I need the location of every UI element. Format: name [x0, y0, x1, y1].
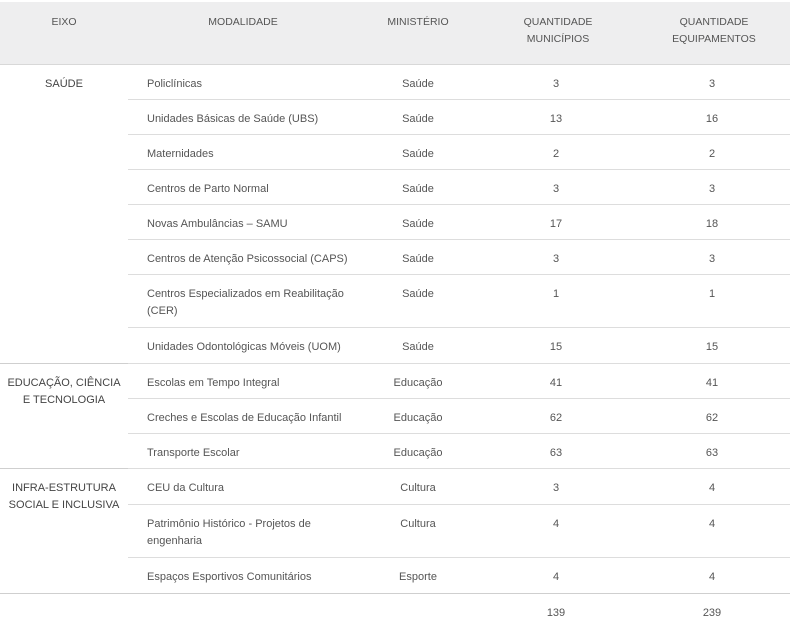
- qtd-equipamentos-cell: 4: [638, 505, 790, 558]
- ministerio-cell: Saúde: [358, 275, 478, 328]
- header-qtd-equipamentos-line1: QUANTIDADE: [680, 16, 749, 28]
- total-municipios: 139: [478, 594, 638, 627]
- modalidade-cell: Transporte Escolar: [128, 434, 358, 469]
- qtd-municipios-cell: 63: [478, 434, 638, 469]
- modalidade-cell: Unidades Odontológicas Móveis (UOM): [128, 328, 358, 364]
- qtd-municipios-cell: 62: [478, 399, 638, 434]
- eixo-cell: EDUCAÇÃO, CIÊNCIA E TECNOLOGIA: [0, 364, 128, 469]
- qtd-municipios-cell: 3: [478, 469, 638, 505]
- table-row: EDUCAÇÃO, CIÊNCIA E TECNOLOGIA Escolas e…: [0, 364, 790, 399]
- qtd-equipamentos-cell: 62: [638, 399, 790, 434]
- ministerio-cell: Cultura: [358, 505, 478, 558]
- modalidade-cell: Espaços Esportivos Comunitários: [128, 558, 358, 594]
- ministerio-cell: Saúde: [358, 328, 478, 364]
- header-qtd-equipamentos: QUANTIDADE EQUIPAMENTOS: [638, 2, 790, 65]
- table-body: SAÚDE Policlínicas Saúde 3 3 Unidades Bá…: [0, 65, 790, 627]
- eixo-cell: SAÚDE: [0, 65, 128, 364]
- modalidade-cell: Centros de Parto Normal: [128, 170, 358, 205]
- ministerio-cell: Saúde: [358, 100, 478, 135]
- totals-empty-ministerio: [358, 594, 478, 627]
- modalidade-cell: Creches e Escolas de Educação Infantil: [128, 399, 358, 434]
- modalidade-cell: Novas Ambulâncias – SAMU: [128, 205, 358, 240]
- qtd-municipios-cell: 3: [478, 240, 638, 275]
- modalidade-cell: Escolas em Tempo Integral: [128, 364, 358, 399]
- qtd-equipamentos-cell: 63: [638, 434, 790, 469]
- qtd-equipamentos-cell: 3: [638, 170, 790, 205]
- totals-empty-modalidade: [128, 594, 358, 627]
- qtd-equipamentos-cell: 3: [638, 65, 790, 100]
- modalidade-cell: Centros de Atenção Psicossocial (CAPS): [128, 240, 358, 275]
- modalidade-cell: Policlínicas: [128, 65, 358, 100]
- header-ministerio: MINISTÉRIO: [358, 2, 478, 65]
- totals-row: 139 239: [0, 594, 790, 627]
- modalidade-cell: Centros Especializados em Reabilitação (…: [128, 275, 358, 328]
- ministerio-cell: Saúde: [358, 240, 478, 275]
- qtd-municipios-cell: 41: [478, 364, 638, 399]
- qtd-equipamentos-cell: 3: [638, 240, 790, 275]
- table-header: EIXO MODALIDADE MINISTÉRIO QUANTIDADE MU…: [0, 0, 790, 65]
- ministerio-cell: Saúde: [358, 170, 478, 205]
- header-qtd-municipios-line2: MUNICÍPIOS: [527, 33, 589, 45]
- ministerio-cell: Saúde: [358, 135, 478, 170]
- table-row: SAÚDE Policlínicas Saúde 3 3: [0, 65, 790, 100]
- qtd-municipios-cell: 4: [478, 558, 638, 594]
- header-eixo: EIXO: [0, 2, 128, 65]
- ministerio-cell: Saúde: [358, 65, 478, 100]
- modalidade-cell: Maternidades: [128, 135, 358, 170]
- qtd-municipios-cell: 4: [478, 505, 638, 558]
- qtd-municipios-cell: 2: [478, 135, 638, 170]
- qtd-equipamentos-cell: 41: [638, 364, 790, 399]
- qtd-municipios-cell: 17: [478, 205, 638, 240]
- ministerio-cell: Educação: [358, 399, 478, 434]
- ministerio-cell: Educação: [358, 434, 478, 469]
- qtd-municipios-cell: 1: [478, 275, 638, 328]
- modalidade-cell: Unidades Básicas de Saúde (UBS): [128, 100, 358, 135]
- modalidade-cell: CEU da Cultura: [128, 469, 358, 505]
- table-row: INFRA-ESTRUTURA SOCIAL E INCLUSIVA CEU d…: [0, 469, 790, 505]
- ministerio-cell: Cultura: [358, 469, 478, 505]
- header-qtd-municipios-line1: QUANTIDADE: [524, 16, 593, 28]
- qtd-equipamentos-cell: 4: [638, 469, 790, 505]
- ministerio-cell: Educação: [358, 364, 478, 399]
- qtd-municipios-cell: 15: [478, 328, 638, 364]
- header-modalidade: MODALIDADE: [128, 2, 358, 65]
- total-equipamentos: 239: [638, 594, 790, 627]
- qtd-equipamentos-cell: 2: [638, 135, 790, 170]
- qtd-equipamentos-cell: 4: [638, 558, 790, 594]
- qtd-municipios-cell: 3: [478, 170, 638, 205]
- ministerio-cell: Esporte: [358, 558, 478, 594]
- qtd-equipamentos-cell: 1: [638, 275, 790, 328]
- qtd-equipamentos-cell: 16: [638, 100, 790, 135]
- eixo-cell: INFRA-ESTRUTURA SOCIAL E INCLUSIVA: [0, 469, 128, 594]
- qtd-equipamentos-cell: 18: [638, 205, 790, 240]
- header-qtd-equipamentos-line2: EQUIPAMENTOS: [672, 33, 756, 45]
- qtd-municipios-cell: 13: [478, 100, 638, 135]
- qtd-equipamentos-cell: 15: [638, 328, 790, 364]
- ministerio-cell: Saúde: [358, 205, 478, 240]
- qtd-municipios-cell: 3: [478, 65, 638, 100]
- header-qtd-municipios: QUANTIDADE MUNICÍPIOS: [478, 2, 638, 65]
- totals-empty-eixo: [0, 594, 128, 627]
- modalidade-cell: Patrimônio Histórico - Projetos de engen…: [128, 505, 358, 558]
- investment-table: EIXO MODALIDADE MINISTÉRIO QUANTIDADE MU…: [0, 0, 790, 627]
